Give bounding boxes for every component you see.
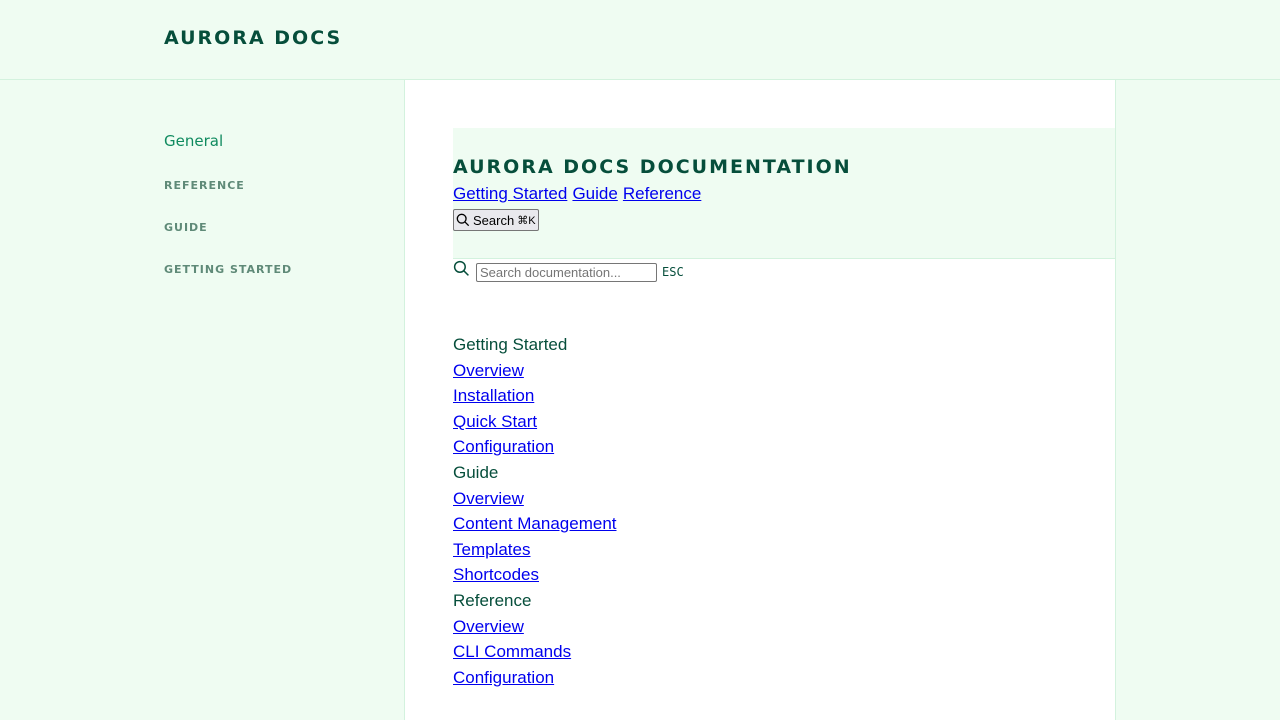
nav-link-quick-start[interactable]: Quick Start [453,412,537,431]
nav-link-guide-overview[interactable]: Overview [453,489,524,508]
nav-heading-getting-started: Getting Started [453,335,568,354]
sidebar-section-getting-started[interactable]: GETTING STARTED [164,263,292,276]
header-nav: Getting Started Guide Reference [453,184,701,204]
sidebar-section-guide[interactable]: GUIDE [164,221,208,234]
nav-link-overview[interactable]: Overview [453,361,524,380]
header-link-getting-started[interactable]: Getting Started [453,184,567,203]
brand-logo-link[interactable]: AURORA DOCS [164,27,342,49]
nav-heading-guide: Guide [453,462,499,482]
docs-header: AURORA DOCS DOCUMENTATION Getting Starte… [453,128,1115,259]
header-link-reference[interactable]: Reference [623,184,701,203]
page-title: AURORA DOCS DOCUMENTATION [453,156,852,178]
header-link-guide[interactable]: Guide [572,184,617,203]
sidebar-item-general[interactable]: General [164,132,223,150]
nav-link-configuration[interactable]: Configuration [453,437,554,456]
sidebar-section-reference[interactable]: REFERENCE [164,179,245,192]
sidebar: General REFERENCE GUIDE GETTING STARTED [0,80,405,720]
nav-heading-reference: Reference [453,590,532,610]
search-button-label: Search [473,212,515,228]
search-button[interactable]: Search ⌘K [453,209,539,231]
nav-link-templates[interactable]: Templates [453,540,530,559]
docs-nav-list: Getting Started Overview Installation Qu… [453,332,617,690]
nav-link-content-management[interactable]: Content Management [453,514,617,533]
search-input[interactable] [476,263,657,282]
main-content: AURORA DOCS DOCUMENTATION Getting Starte… [405,80,1116,720]
search-shortcut: ⌘K [517,214,536,227]
nav-link-reference-overview[interactable]: Overview [453,617,524,636]
search-icon [456,213,470,227]
esc-hint: ESC [662,265,684,279]
nav-link-reference-configuration[interactable]: Configuration [453,668,554,687]
nav-link-cli-commands[interactable]: CLI Commands [453,642,571,661]
nav-link-shortcodes[interactable]: Shortcodes [453,565,539,584]
nav-link-installation[interactable]: Installation [453,386,534,405]
search-icon [453,260,469,276]
top-bar: AURORA DOCS [0,0,1280,80]
